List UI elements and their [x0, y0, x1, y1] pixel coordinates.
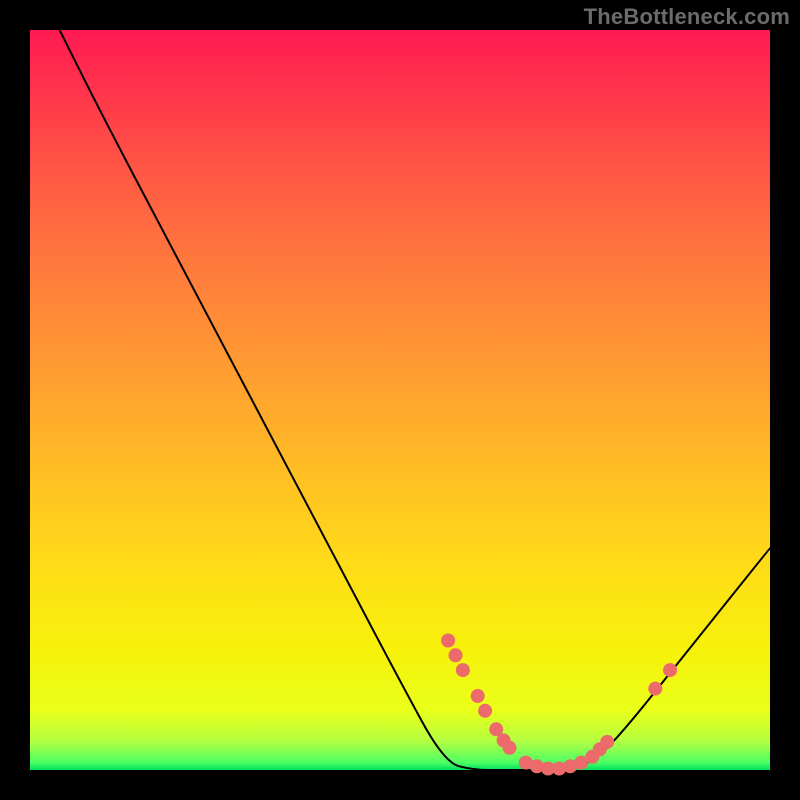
watermark-text: TheBottleneck.com — [584, 4, 790, 30]
curve-marker — [456, 663, 470, 677]
curve-marker — [663, 663, 677, 677]
plot-area — [30, 30, 770, 770]
curve-marker — [478, 704, 492, 718]
curve-markers — [441, 634, 677, 776]
curve-marker — [449, 648, 463, 662]
chart-frame: TheBottleneck.com — [0, 0, 800, 800]
bottleneck-curve-line — [60, 30, 770, 770]
curve-marker — [600, 735, 614, 749]
curve-marker — [441, 634, 455, 648]
chart-svg — [30, 30, 770, 770]
curve-marker — [471, 689, 485, 703]
curve-marker — [503, 741, 517, 755]
curve-marker — [648, 682, 662, 696]
